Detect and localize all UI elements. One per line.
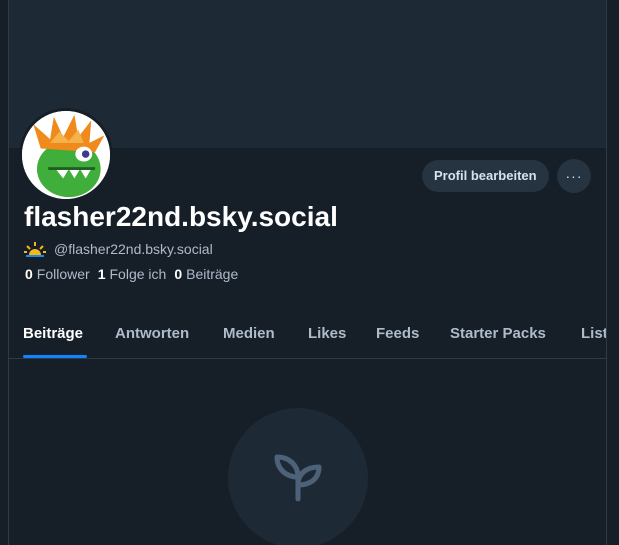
tab-replies[interactable]: Antworten <box>115 325 189 342</box>
tab-posts[interactable]: Beiträge <box>23 325 83 342</box>
sprout-icon <box>274 454 322 502</box>
handle-text: @flasher22nd.bsky.social <box>54 241 213 257</box>
profile-stats: 0 Follower 1 Folge ich 0 Beiträge <box>25 266 246 282</box>
sun-icon <box>24 242 46 257</box>
empty-state-badge <box>228 408 368 545</box>
followers-label: Follower <box>36 266 90 282</box>
tab-media[interactable]: Medien <box>223 325 275 342</box>
display-name: flasher22nd.bsky.social <box>24 201 338 232</box>
tab-lists[interactable]: Listen <box>581 325 606 342</box>
more-options-button[interactable]: ··· <box>557 159 591 193</box>
following-count: 1 <box>97 266 106 282</box>
following-stat[interactable]: 1 Folge ich <box>98 266 167 282</box>
followers-count: 0 <box>25 266 33 282</box>
profile-tabs: Beiträge Antworten Medien Likes Feeds St… <box>9 310 606 359</box>
posts-count: 0 <box>174 266 183 282</box>
tab-feeds[interactable]: Feeds <box>376 325 419 342</box>
avatar-image <box>22 111 110 199</box>
posts-stat: 0 Beiträge <box>174 266 238 282</box>
active-tab-indicator <box>23 355 87 358</box>
followers-stat[interactable]: 0 Follower <box>25 266 90 282</box>
tab-likes[interactable]: Likes <box>308 325 346 342</box>
posts-label: Beiträge <box>186 266 239 282</box>
following-label: Folge ich <box>109 266 167 282</box>
profile-page: Profil bearbeiten ··· flasher22nd.bsky.s… <box>8 0 607 545</box>
more-horizontal-icon: ··· <box>565 168 583 184</box>
handle-row: @flasher22nd.bsky.social <box>24 239 213 259</box>
edit-profile-button[interactable]: Profil bearbeiten <box>422 160 549 192</box>
tab-starter-packs[interactable]: Starter Packs <box>450 325 546 342</box>
avatar[interactable] <box>19 108 113 202</box>
